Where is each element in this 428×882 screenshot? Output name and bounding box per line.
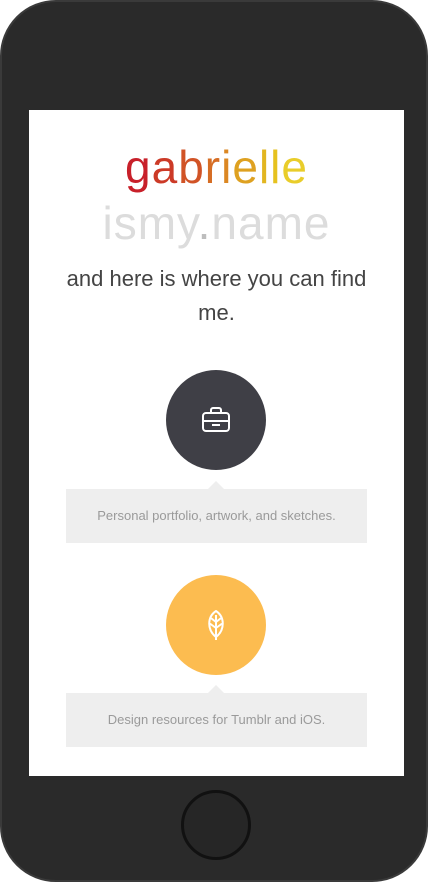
portfolio-link-button[interactable] (166, 370, 266, 470)
portfolio-description: Personal portfolio, artwork, and sketche… (97, 508, 336, 523)
name-letter: b (178, 141, 205, 193)
name-letter: e (232, 141, 259, 193)
leaf-icon (208, 610, 224, 640)
name-letter: g (125, 141, 152, 193)
domain-part-1: ismy (102, 197, 198, 249)
home-button[interactable] (181, 790, 251, 860)
portfolio-description-card: Personal portfolio, artwork, and sketche… (66, 481, 367, 543)
tagline: and here is where you can find me. (66, 266, 367, 325)
resources-description-card: Design resources for Tumblr and iOS. (66, 685, 367, 747)
domain-part-2: name (211, 197, 331, 249)
card-pointer (208, 685, 224, 693)
resources-description: Design resources for Tumblr and iOS. (107, 712, 326, 727)
site-name: gabrielle (29, 144, 404, 190)
name-letter: i (221, 141, 233, 193)
resources-link-button[interactable] (166, 575, 266, 675)
name-letter: l (270, 141, 282, 193)
name-letter: a (151, 141, 179, 193)
name-letter: l (258, 141, 271, 193)
phone-frame: gabrielle ismy.name and here is where yo… (0, 0, 428, 882)
briefcase-icon (202, 407, 230, 432)
site-domain: ismy.name (29, 200, 404, 246)
name-letter: r (204, 141, 222, 193)
name-letter: e (281, 141, 308, 193)
domain-dot: . (197, 197, 212, 249)
screen: gabrielle ismy.name and here is where yo… (29, 110, 404, 776)
card-pointer (208, 481, 224, 489)
